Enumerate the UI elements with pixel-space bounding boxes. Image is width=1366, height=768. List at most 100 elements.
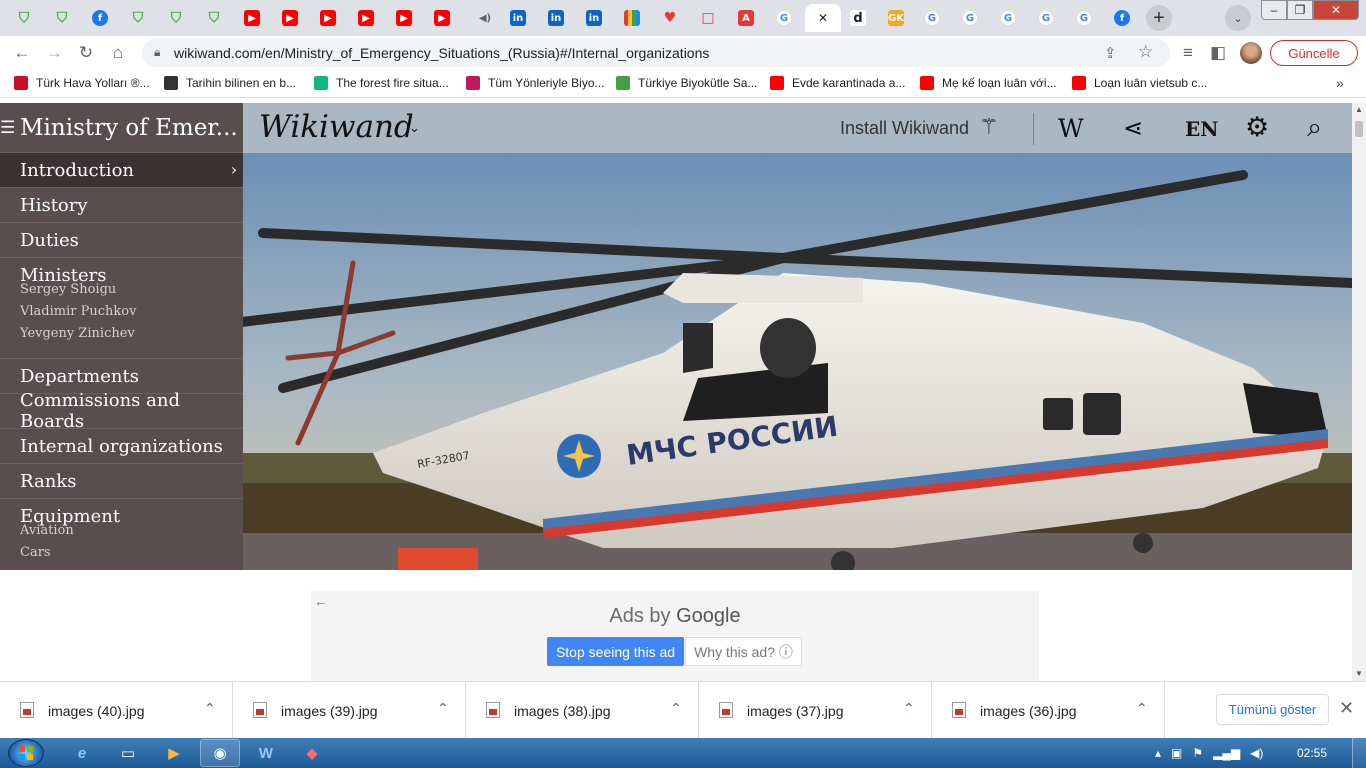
lock-icon[interactable]: 🔒︎ <box>154 45 160 60</box>
stop-seeing-ad-button[interactable]: Stop seeing this ad <box>547 637 684 666</box>
browser-tab[interactable]: ⛉ <box>157 4 195 32</box>
bookmark-item[interactable]: Türkiye Biyokütle Sa... <box>616 76 757 90</box>
share-icon[interactable]: ⇪ <box>1104 44 1117 62</box>
tab-search-button[interactable]: ⌄ <box>1225 5 1251 31</box>
wikiwand-logo[interactable]: Wikiwand <box>259 109 414 145</box>
browser-tab[interactable]: ▶ <box>271 4 309 32</box>
browser-tab[interactable]: G <box>913 4 951 32</box>
browser-tab[interactable]: G <box>1065 4 1103 32</box>
browser-tab[interactable]: f <box>81 4 119 32</box>
browser-tab[interactable]: ♥ <box>651 4 689 32</box>
download-item[interactable]: images (40).jpg ⌃ <box>0 682 233 739</box>
browser-tab[interactable]: A <box>727 4 765 32</box>
browser-tab[interactable]: ⛉ <box>195 4 233 32</box>
wikipedia-button[interactable]: W <box>1058 114 1084 143</box>
why-this-ad-button[interactable]: Why this ad? ⓘ <box>685 637 802 666</box>
browser-tab[interactable]: in <box>575 4 613 32</box>
show-all-downloads-button[interactable]: Tümünü göster <box>1216 694 1329 725</box>
browser-tab[interactable]: ▶ <box>233 4 271 32</box>
bookmark-star-icon[interactable]: ☆ <box>1138 42 1153 62</box>
toc-item-internal-organizations[interactable]: Internal organizations <box>0 428 243 463</box>
browser-tab[interactable]: ▶ <box>385 4 423 32</box>
window-maximize-button[interactable]: ❐ <box>1287 0 1313 20</box>
toc-subitem[interactable]: Yevgeny Zinichev <box>20 326 135 341</box>
gear-icon[interactable]: ⚙ <box>1245 112 1269 143</box>
toc-item-history[interactable]: History <box>0 187 243 222</box>
article-title[interactable]: Ministry of Emer... <box>20 115 238 141</box>
scroll-down-icon[interactable]: ▼ <box>1355 669 1363 678</box>
internet-explorer-icon[interactable]: e <box>62 739 102 767</box>
download-item[interactable]: images (37).jpg ⌃ <box>699 682 932 739</box>
bookmark-item[interactable]: Mẹ kế loạn luân với... <box>920 76 1057 90</box>
bookmark-item[interactable]: Türk Hava Yolları ®... <box>14 76 150 90</box>
window-minimize-button[interactable]: ‒ <box>1261 0 1287 20</box>
update-button[interactable]: Güncelle <box>1270 40 1358 66</box>
browser-tab[interactable]: GK <box>877 4 915 32</box>
search-icon[interactable]: ⌕ <box>1307 112 1322 144</box>
home-icon[interactable]: ⌂ <box>106 41 130 65</box>
back-icon[interactable]: ← <box>10 41 34 65</box>
magic-wand-icon[interactable]: ⚚ <box>979 114 999 140</box>
bookmarks-overflow-icon[interactable]: » <box>1336 75 1344 91</box>
start-button[interactable] <box>8 739 44 767</box>
install-wikiwand-link[interactable]: Install Wikiwand <box>840 118 969 139</box>
toc-item-introduction[interactable]: Introduction › <box>0 152 243 187</box>
toc-item-commissions-and-boards[interactable]: Commissions and Boards <box>0 390 243 432</box>
page-scrollbar[interactable]: ▲ ▼ <box>1352 103 1366 681</box>
toc-subitem[interactable]: Sergey Shoigu <box>20 282 116 297</box>
browser-tab[interactable]: ⛉ <box>5 4 43 32</box>
browser-tab[interactable] <box>613 4 651 32</box>
show-hidden-icons-icon[interactable]: ▴ <box>1155 746 1161 760</box>
bookmark-item[interactable]: The forest fire situa... <box>314 76 449 90</box>
address-bar[interactable]: 🔒︎ wikiwand.com/en/Ministry_of_Emergency… <box>142 39 1170 67</box>
forward-icon[interactable]: → <box>42 41 66 65</box>
browser-tab[interactable]: ⛉ <box>43 4 81 32</box>
browser-tab[interactable]: in <box>537 4 575 32</box>
media-player-icon[interactable]: ▶ <box>154 739 194 767</box>
word-icon[interactable]: W <box>246 739 286 767</box>
browser-tab[interactable]: ▶ <box>347 4 385 32</box>
browser-tab[interactable]: in <box>499 4 537 32</box>
download-item[interactable]: images (36).jpg ⌃ <box>932 682 1165 739</box>
file-explorer-icon[interactable]: ▭ <box>108 739 148 767</box>
volume-icon[interactable]: ◀) <box>1250 746 1263 760</box>
show-desktop-button[interactable] <box>1352 738 1366 768</box>
download-item[interactable]: images (39).jpg ⌃ <box>233 682 466 739</box>
browser-tab[interactable]: G <box>1027 4 1065 32</box>
bookmark-item[interactable]: Evde karantinada a... <box>770 76 905 90</box>
toc-item-departments[interactable]: Departments <box>0 358 243 393</box>
language-button[interactable]: EN <box>1185 117 1219 141</box>
browser-tab[interactable]: ⛉ <box>119 4 157 32</box>
close-icon[interactable]: ✕ <box>1339 698 1354 719</box>
scroll-thumb[interactable] <box>1355 121 1363 137</box>
browser-tab[interactable]: f <box>1103 4 1141 32</box>
profile-avatar[interactable] <box>1240 42 1262 64</box>
chevron-down-icon[interactable]: ⌄ <box>409 120 420 136</box>
action-center-flag-icon[interactable]: ⚑ <box>1192 746 1203 760</box>
bookmark-item[interactable]: Tarihin bilinen en b... <box>164 76 296 90</box>
taskbar-clock[interactable]: 02:55 <box>1297 746 1327 760</box>
chevron-up-icon[interactable]: ⌃ <box>903 700 915 717</box>
browser-tab[interactable]: ✕ <box>805 4 841 32</box>
toc-subitem[interactable]: Cars <box>20 545 51 560</box>
chrome-taskbar-icon[interactable]: ◉ <box>200 739 240 767</box>
toc-item-ranks[interactable]: Ranks <box>0 463 243 498</box>
chevron-up-icon[interactable]: ⌃ <box>1136 700 1148 717</box>
side-panel-icon[interactable]: ◧ <box>1206 41 1230 65</box>
bookmark-item[interactable]: Tüm Yönleriyle Biyo... <box>466 76 605 90</box>
browser-tab[interactable]: G <box>765 4 803 32</box>
chevron-up-icon[interactable]: ⌃ <box>437 700 449 717</box>
browser-tab[interactable]: ▶ <box>309 4 347 32</box>
reading-list-icon[interactable]: ≡ <box>1176 41 1200 65</box>
new-tab-button[interactable]: + <box>1146 5 1172 31</box>
chevron-up-icon[interactable]: ⌃ <box>204 700 216 717</box>
browser-tab[interactable]: ▶ <box>423 4 461 32</box>
network-signal-icon[interactable]: ▂▄▆ <box>1213 746 1240 760</box>
screen-recorder-icon[interactable]: ◆ <box>292 739 332 767</box>
toc-subitem[interactable]: Vladimir Puchkov <box>20 304 136 319</box>
bookmark-item[interactable]: Loạn luân vietsub c... <box>1072 76 1207 90</box>
device-icon[interactable]: ▣ <box>1171 746 1182 760</box>
url-text[interactable]: wikiwand.com/en/Ministry_of_Emergency_Si… <box>174 45 709 61</box>
scroll-up-icon[interactable]: ▲ <box>1355 105 1363 114</box>
browser-tab[interactable]: G <box>951 4 989 32</box>
